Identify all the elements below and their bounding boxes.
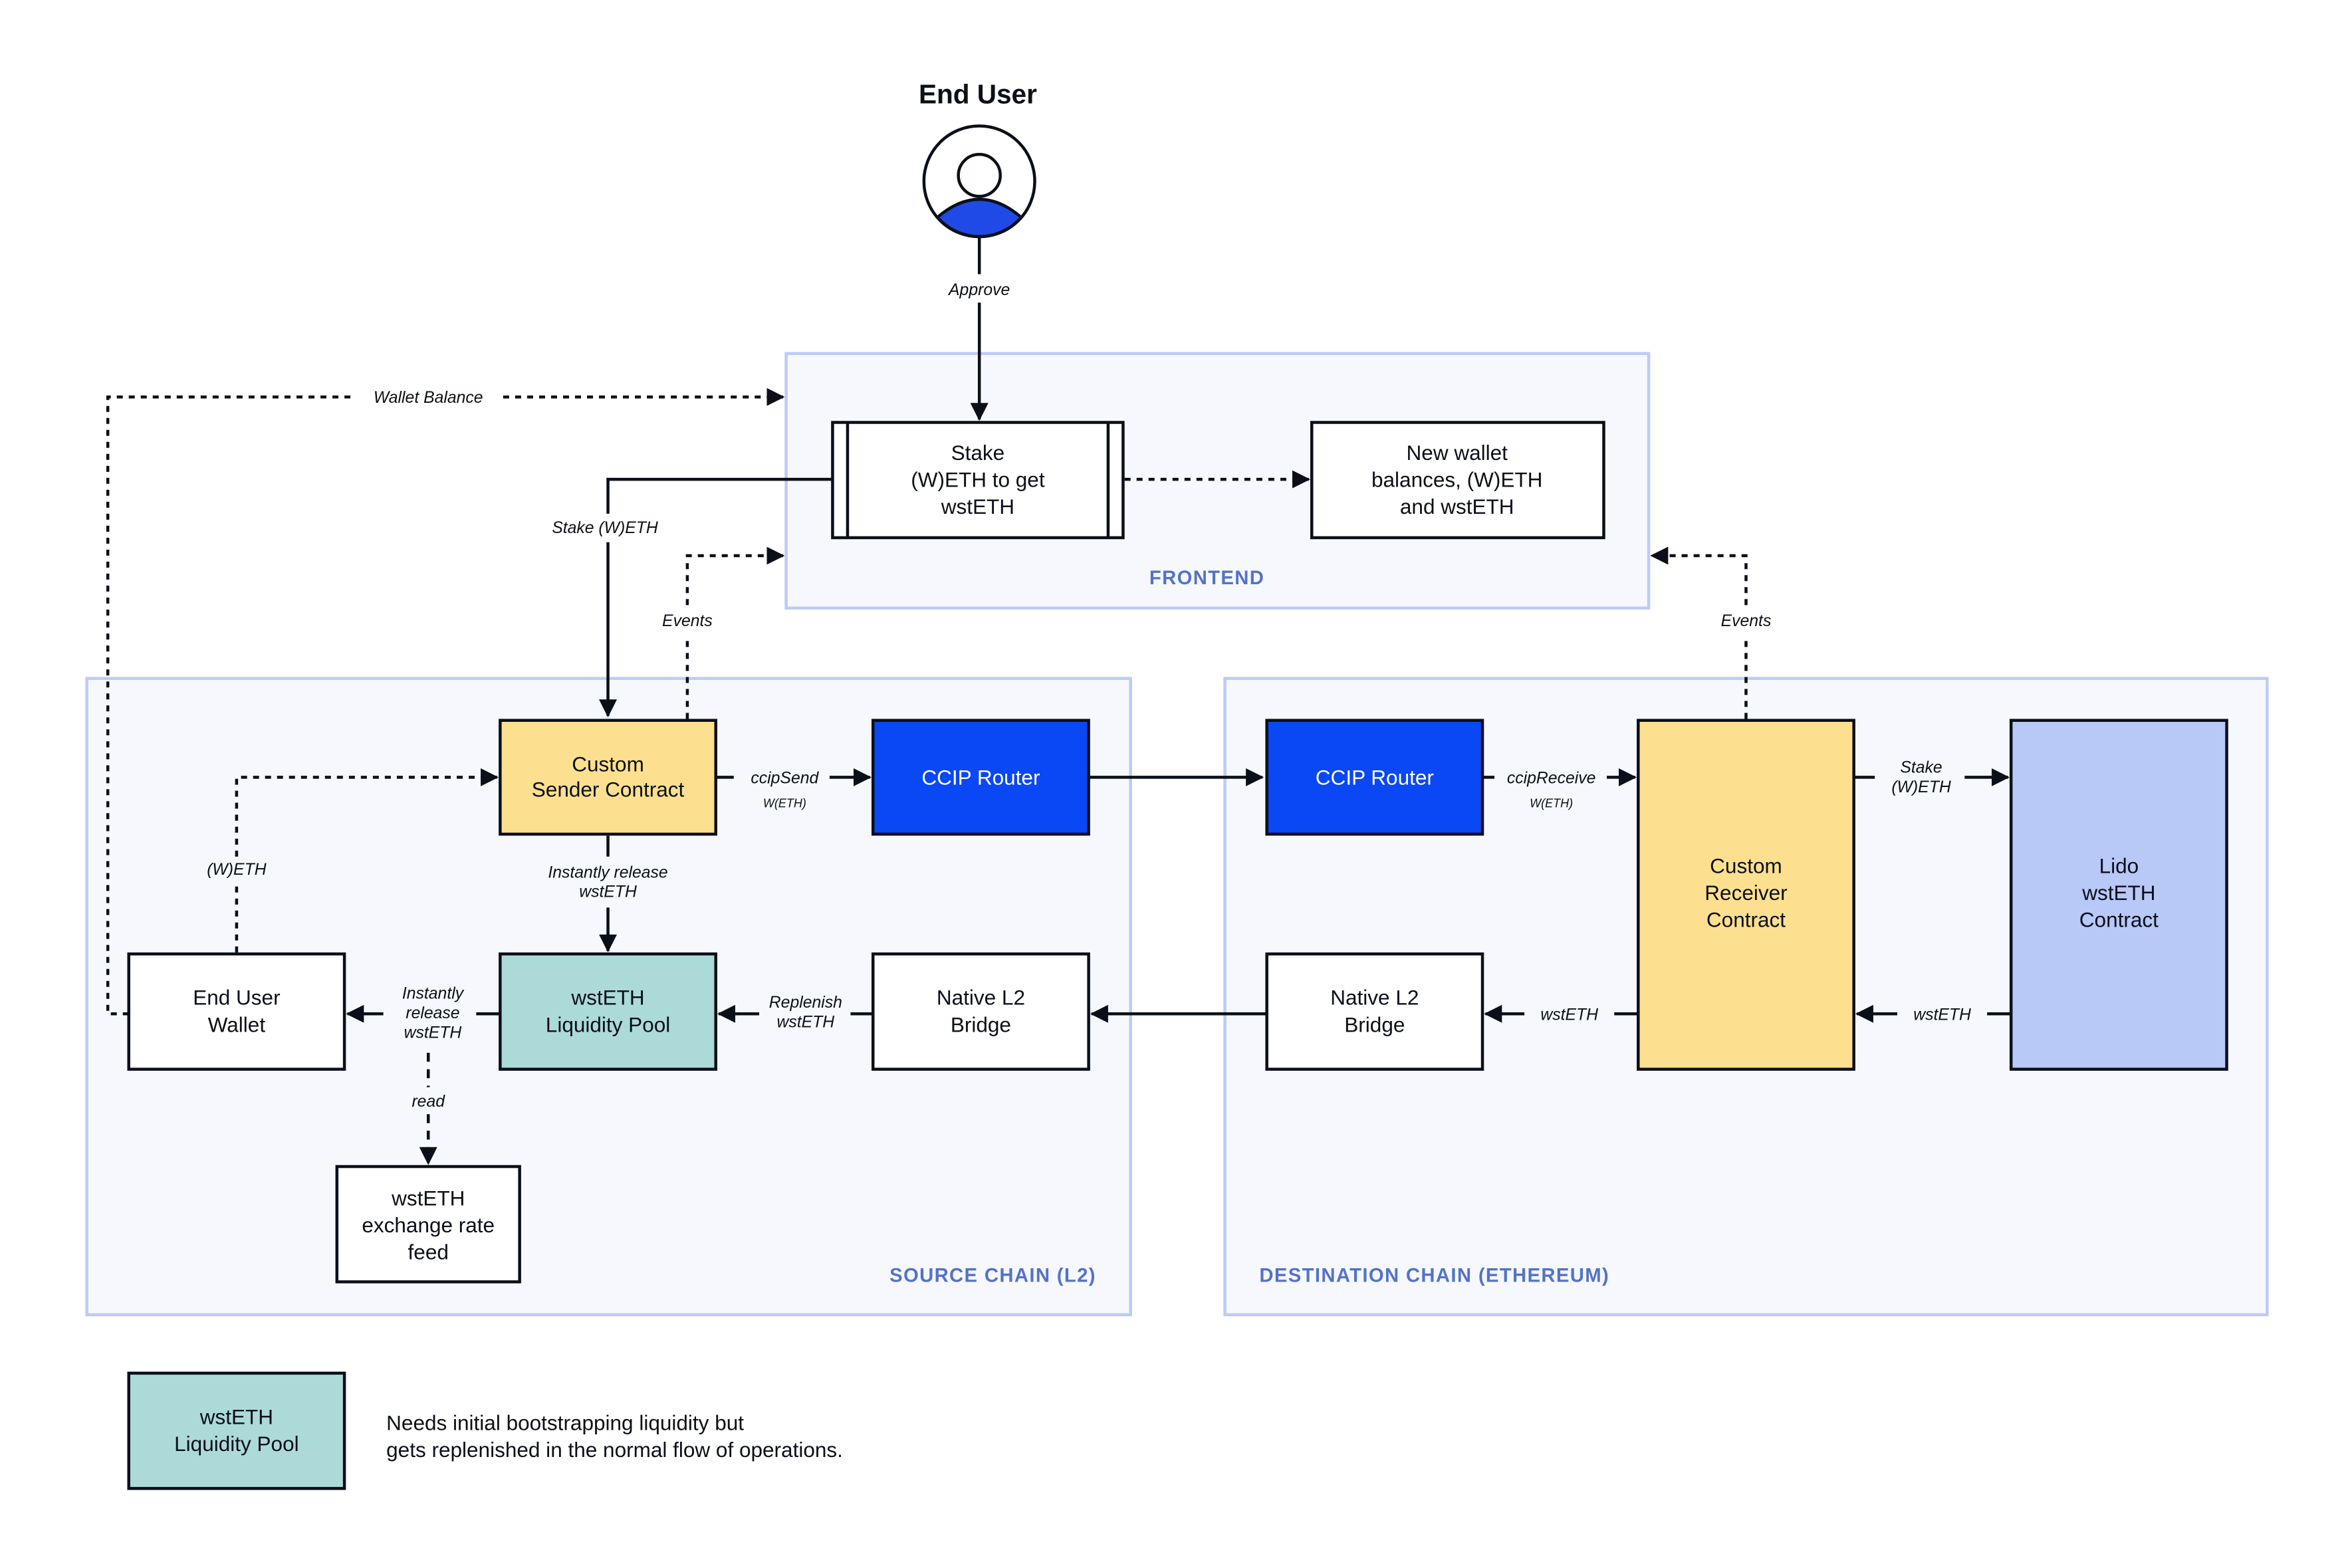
node-ccip-router-destination[interactable]: CCIP Router <box>1265 719 1484 836</box>
node-native-l2-bridge-source[interactable]: Native L2 Bridge <box>871 952 1090 1071</box>
svg-text:Instantly release: Instantly release <box>548 863 667 881</box>
svg-text:wstETH: wstETH <box>777 1014 835 1032</box>
svg-text:Bridge: Bridge <box>951 1012 1011 1036</box>
label-wallet-balance: Wallet Balance <box>374 389 483 407</box>
node-new-wallet-balances[interactable]: New wallet balances, (W)ETH and wstETH <box>1310 421 1605 540</box>
node-native-l2-bridge-destination[interactable]: Native L2 Bridge <box>1265 952 1484 1071</box>
svg-text:Liquidity Pool: Liquidity Pool <box>174 1432 298 1456</box>
svg-text:Native L2: Native L2 <box>937 986 1025 1010</box>
label-read: read <box>411 1093 445 1111</box>
end-user-avatar-icon[interactable] <box>922 124 1036 239</box>
node-end-user-wallet[interactable]: End User Wallet <box>127 952 346 1071</box>
svg-text:wstETH: wstETH <box>1913 1006 1971 1024</box>
label-events-destination: Events <box>1721 612 1772 630</box>
svg-text:exchange rate: exchange rate <box>362 1213 495 1237</box>
node-stake[interactable]: Stake (W)ETH to get wstETH <box>831 421 1125 540</box>
svg-text:Custom: Custom <box>1710 854 1782 878</box>
node-ccip-router-source[interactable]: CCIP Router <box>871 719 1090 836</box>
svg-text:wstETH: wstETH <box>404 1024 462 1042</box>
label-ccip-send-sub: W(ETH) <box>763 796 806 810</box>
destination-chain-label: DESTINATION CHAIN (ETHEREUM) <box>1259 1264 1609 1286</box>
frontend-label: FRONTEND <box>1149 567 1264 589</box>
svg-text:wstETH: wstETH <box>941 495 1014 518</box>
label-ccip-send: ccipSend <box>751 769 819 787</box>
label-stake-weth: Stake (W)ETH <box>552 519 658 537</box>
svg-text:Contract: Contract <box>2079 908 2159 932</box>
source-chain-label: SOURCE CHAIN (L2) <box>889 1264 1096 1286</box>
svg-text:Stake: Stake <box>1900 759 1942 777</box>
svg-text:CCIP Router: CCIP Router <box>921 766 1040 790</box>
svg-text:balances, (W)ETH: balances, (W)ETH <box>1371 467 1542 491</box>
svg-text:wstETH: wstETH <box>1540 1006 1598 1024</box>
svg-text:Liquidity Pool: Liquidity Pool <box>546 1012 670 1036</box>
svg-text:and wstETH: and wstETH <box>1400 495 1514 518</box>
legend: wstETH Liquidity Pool Needs initial boot… <box>127 1371 843 1490</box>
svg-text:End User: End User <box>193 986 280 1010</box>
svg-text:Stake: Stake <box>951 441 1005 465</box>
legend-liquidity-pool-box: wstETH Liquidity Pool <box>127 1371 346 1490</box>
svg-text:Sender Contract: Sender Contract <box>532 778 685 802</box>
node-custom-sender-contract[interactable]: Custom Sender Contract <box>499 719 717 836</box>
node-wsteth-exchange-rate-feed[interactable]: wstETH exchange rate feed <box>335 1165 521 1284</box>
svg-text:(W)ETH to get: (W)ETH to get <box>911 467 1045 491</box>
svg-text:Receiver: Receiver <box>1704 881 1787 905</box>
label-approve: Approve <box>947 281 1010 299</box>
svg-text:release: release <box>406 1004 459 1022</box>
legend-text-line-2: gets replenished in the normal flow of o… <box>386 1438 843 1462</box>
end-user-title: End User <box>919 79 1037 110</box>
svg-text:wstETH: wstETH <box>199 1404 273 1428</box>
svg-text:Lido: Lido <box>2099 854 2139 878</box>
svg-text:wstETH: wstETH <box>579 883 637 901</box>
svg-text:(W)ETH: (W)ETH <box>1891 778 1951 796</box>
label-ccip-receive: ccipReceive <box>1507 769 1596 787</box>
legend-text-line-1: Needs initial bootstrapping liquidity bu… <box>386 1410 744 1434</box>
svg-text:Instantly: Instantly <box>402 985 465 1003</box>
node-custom-receiver-contract[interactable]: Custom Receiver Contract <box>1637 719 1855 1071</box>
architecture-diagram: FRONTEND SOURCE CHAIN (L2) DESTINATION C… <box>85 79 2269 1490</box>
label-events-source: Events <box>662 612 713 630</box>
label-ccip-receive-sub: W(ETH) <box>1530 796 1573 810</box>
svg-text:wstETH: wstETH <box>391 1186 465 1210</box>
svg-text:feed: feed <box>408 1240 449 1264</box>
label-weth-wallet: (W)ETH <box>207 861 267 879</box>
node-wsteth-liquidity-pool[interactable]: wstETH Liquidity Pool <box>499 952 717 1071</box>
svg-text:Replenish: Replenish <box>769 994 842 1012</box>
svg-text:Contract: Contract <box>1706 908 1786 932</box>
svg-text:Custom: Custom <box>572 752 644 776</box>
svg-text:Wallet: Wallet <box>208 1012 266 1036</box>
svg-text:wstETH: wstETH <box>2081 881 2155 905</box>
svg-text:New wallet: New wallet <box>1407 441 1508 465</box>
svg-text:Native L2: Native L2 <box>1330 986 1419 1010</box>
svg-text:wstETH: wstETH <box>570 986 644 1010</box>
svg-text:Bridge: Bridge <box>1344 1012 1405 1036</box>
node-lido-wsteth-contract[interactable]: Lido wstETH Contract <box>2009 719 2228 1071</box>
svg-text:CCIP Router: CCIP Router <box>1316 766 1434 790</box>
